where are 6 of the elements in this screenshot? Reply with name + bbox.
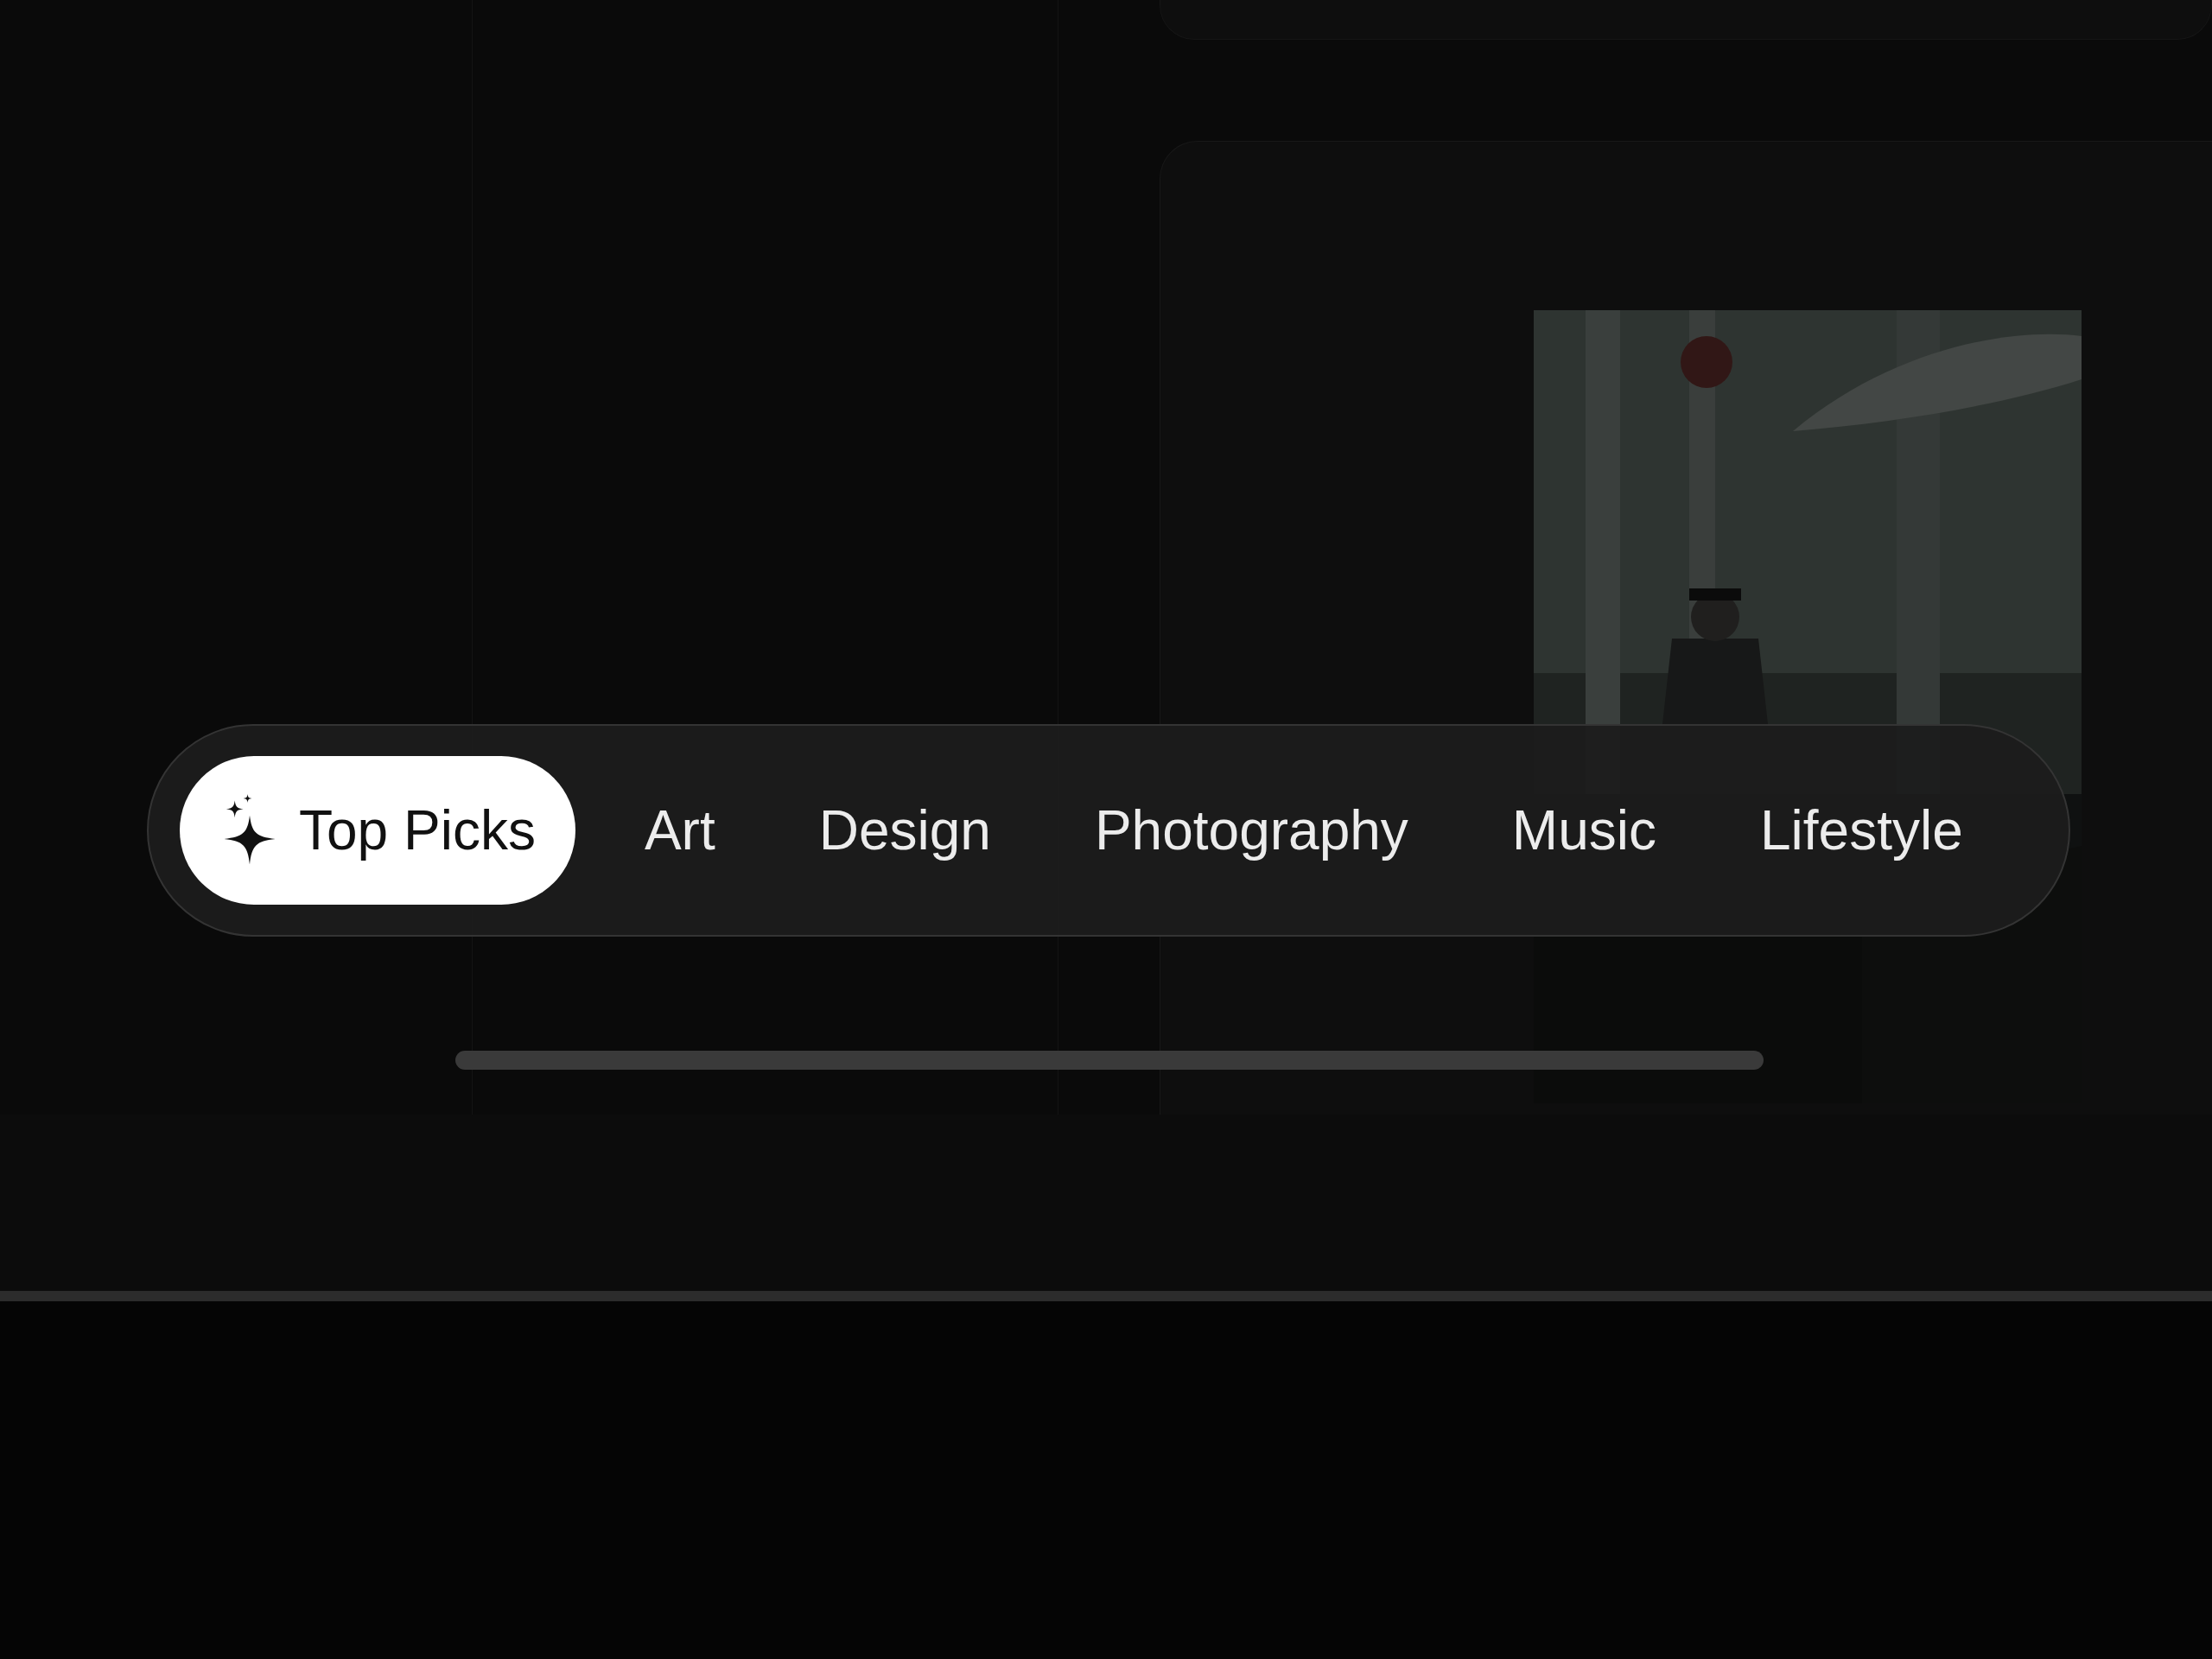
category-tab[interactable]: Top Picks — [180, 756, 575, 905]
category-tab[interactable]: Design — [784, 756, 1026, 905]
category-tab[interactable]: Photography — [1059, 756, 1443, 905]
category-tab[interactable]: Music — [1477, 756, 1691, 905]
category-tab[interactable]: Lifestyle — [1725, 756, 1998, 905]
category-tab[interactable]: Art — [609, 756, 750, 905]
